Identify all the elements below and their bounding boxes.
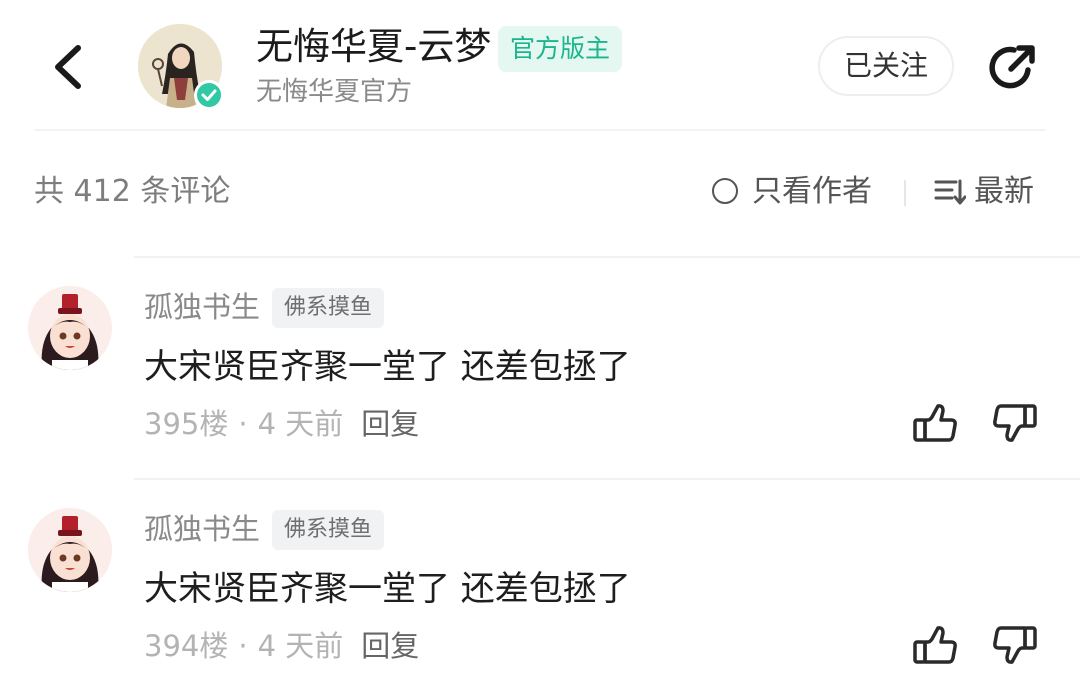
- meta-separator: ·: [238, 407, 248, 441]
- comment-text: 大宋贤臣齐聚一堂了 还差包拯了: [144, 569, 631, 609]
- meta-separator: ·: [238, 629, 248, 663]
- radio-circle-icon: [712, 178, 738, 204]
- comment-time: 4 天前: [257, 629, 344, 663]
- comment-meta: 395楼 · 4 天前 回复: [144, 402, 419, 446]
- follow-button[interactable]: 已关注: [818, 36, 954, 96]
- reply-button[interactable]: 回复: [361, 407, 419, 441]
- comment-count: 共 412 条评论: [34, 174, 231, 209]
- chevron-left-icon: [55, 45, 81, 89]
- comment-divider: [134, 256, 1080, 258]
- comment-item: 孤独书生 佛系摸鱼 大宋贤臣齐聚一堂了 还差包拯了 395楼 · 4 天前 回复: [0, 256, 1080, 478]
- author-subtitle: 无悔华夏官方: [256, 77, 413, 107]
- comment-item: 孤独书生 佛系摸鱼 大宋贤臣齐聚一堂了 还差包拯了 394楼 · 4 天前 回复: [0, 478, 1080, 689]
- thumbs-up-icon: [913, 404, 957, 442]
- verified-check-icon: [201, 89, 217, 101]
- filter-divider: [904, 180, 906, 206]
- comment-page: 无悔华夏-云梦 官方版主 无悔华夏官方 已关注 共 412 条评论 只看作者 最…: [0, 0, 1080, 689]
- commenter-avatar[interactable]: [28, 508, 112, 592]
- like-button[interactable]: [912, 400, 958, 446]
- comment-time: 4 天前: [257, 407, 344, 441]
- commenter-avatar[interactable]: [28, 286, 112, 370]
- avatar-illustration: [28, 286, 112, 370]
- share-icon: [989, 45, 1035, 89]
- comment-text: 大宋贤臣齐聚一堂了 还差包拯了: [144, 347, 631, 387]
- author-name[interactable]: 无悔华夏-云梦: [256, 22, 491, 72]
- dislike-button[interactable]: [992, 400, 1038, 446]
- back-button[interactable]: [44, 38, 96, 96]
- user-tag: 佛系摸鱼: [272, 288, 385, 328]
- dislike-button[interactable]: [992, 622, 1038, 668]
- author-avatar[interactable]: [138, 24, 224, 110]
- user-tag: 佛系摸鱼: [272, 510, 385, 550]
- floor-number: 394楼: [144, 629, 229, 663]
- header-divider: [34, 129, 1046, 131]
- avatar-illustration: [28, 508, 112, 592]
- like-button[interactable]: [912, 622, 958, 668]
- reply-button[interactable]: 回复: [361, 629, 419, 663]
- share-button[interactable]: [984, 40, 1040, 96]
- comment-meta: 394楼 · 4 天前 回复: [144, 624, 419, 668]
- sort-label: 最新: [974, 174, 1034, 209]
- thumbs-down-icon: [993, 404, 1037, 442]
- floor-number: 395楼: [144, 407, 229, 441]
- thumbs-down-icon: [993, 626, 1037, 664]
- comment-divider: [134, 478, 1080, 480]
- thumbs-up-icon: [913, 626, 957, 664]
- author-only-label: 只看作者: [752, 174, 872, 209]
- official-moderator-badge: 官方版主: [498, 26, 623, 72]
- verified-badge: [194, 80, 224, 110]
- commenter-name[interactable]: 孤独书生: [144, 508, 260, 550]
- sort-icon: [934, 179, 966, 205]
- commenter-name[interactable]: 孤独书生: [144, 286, 260, 328]
